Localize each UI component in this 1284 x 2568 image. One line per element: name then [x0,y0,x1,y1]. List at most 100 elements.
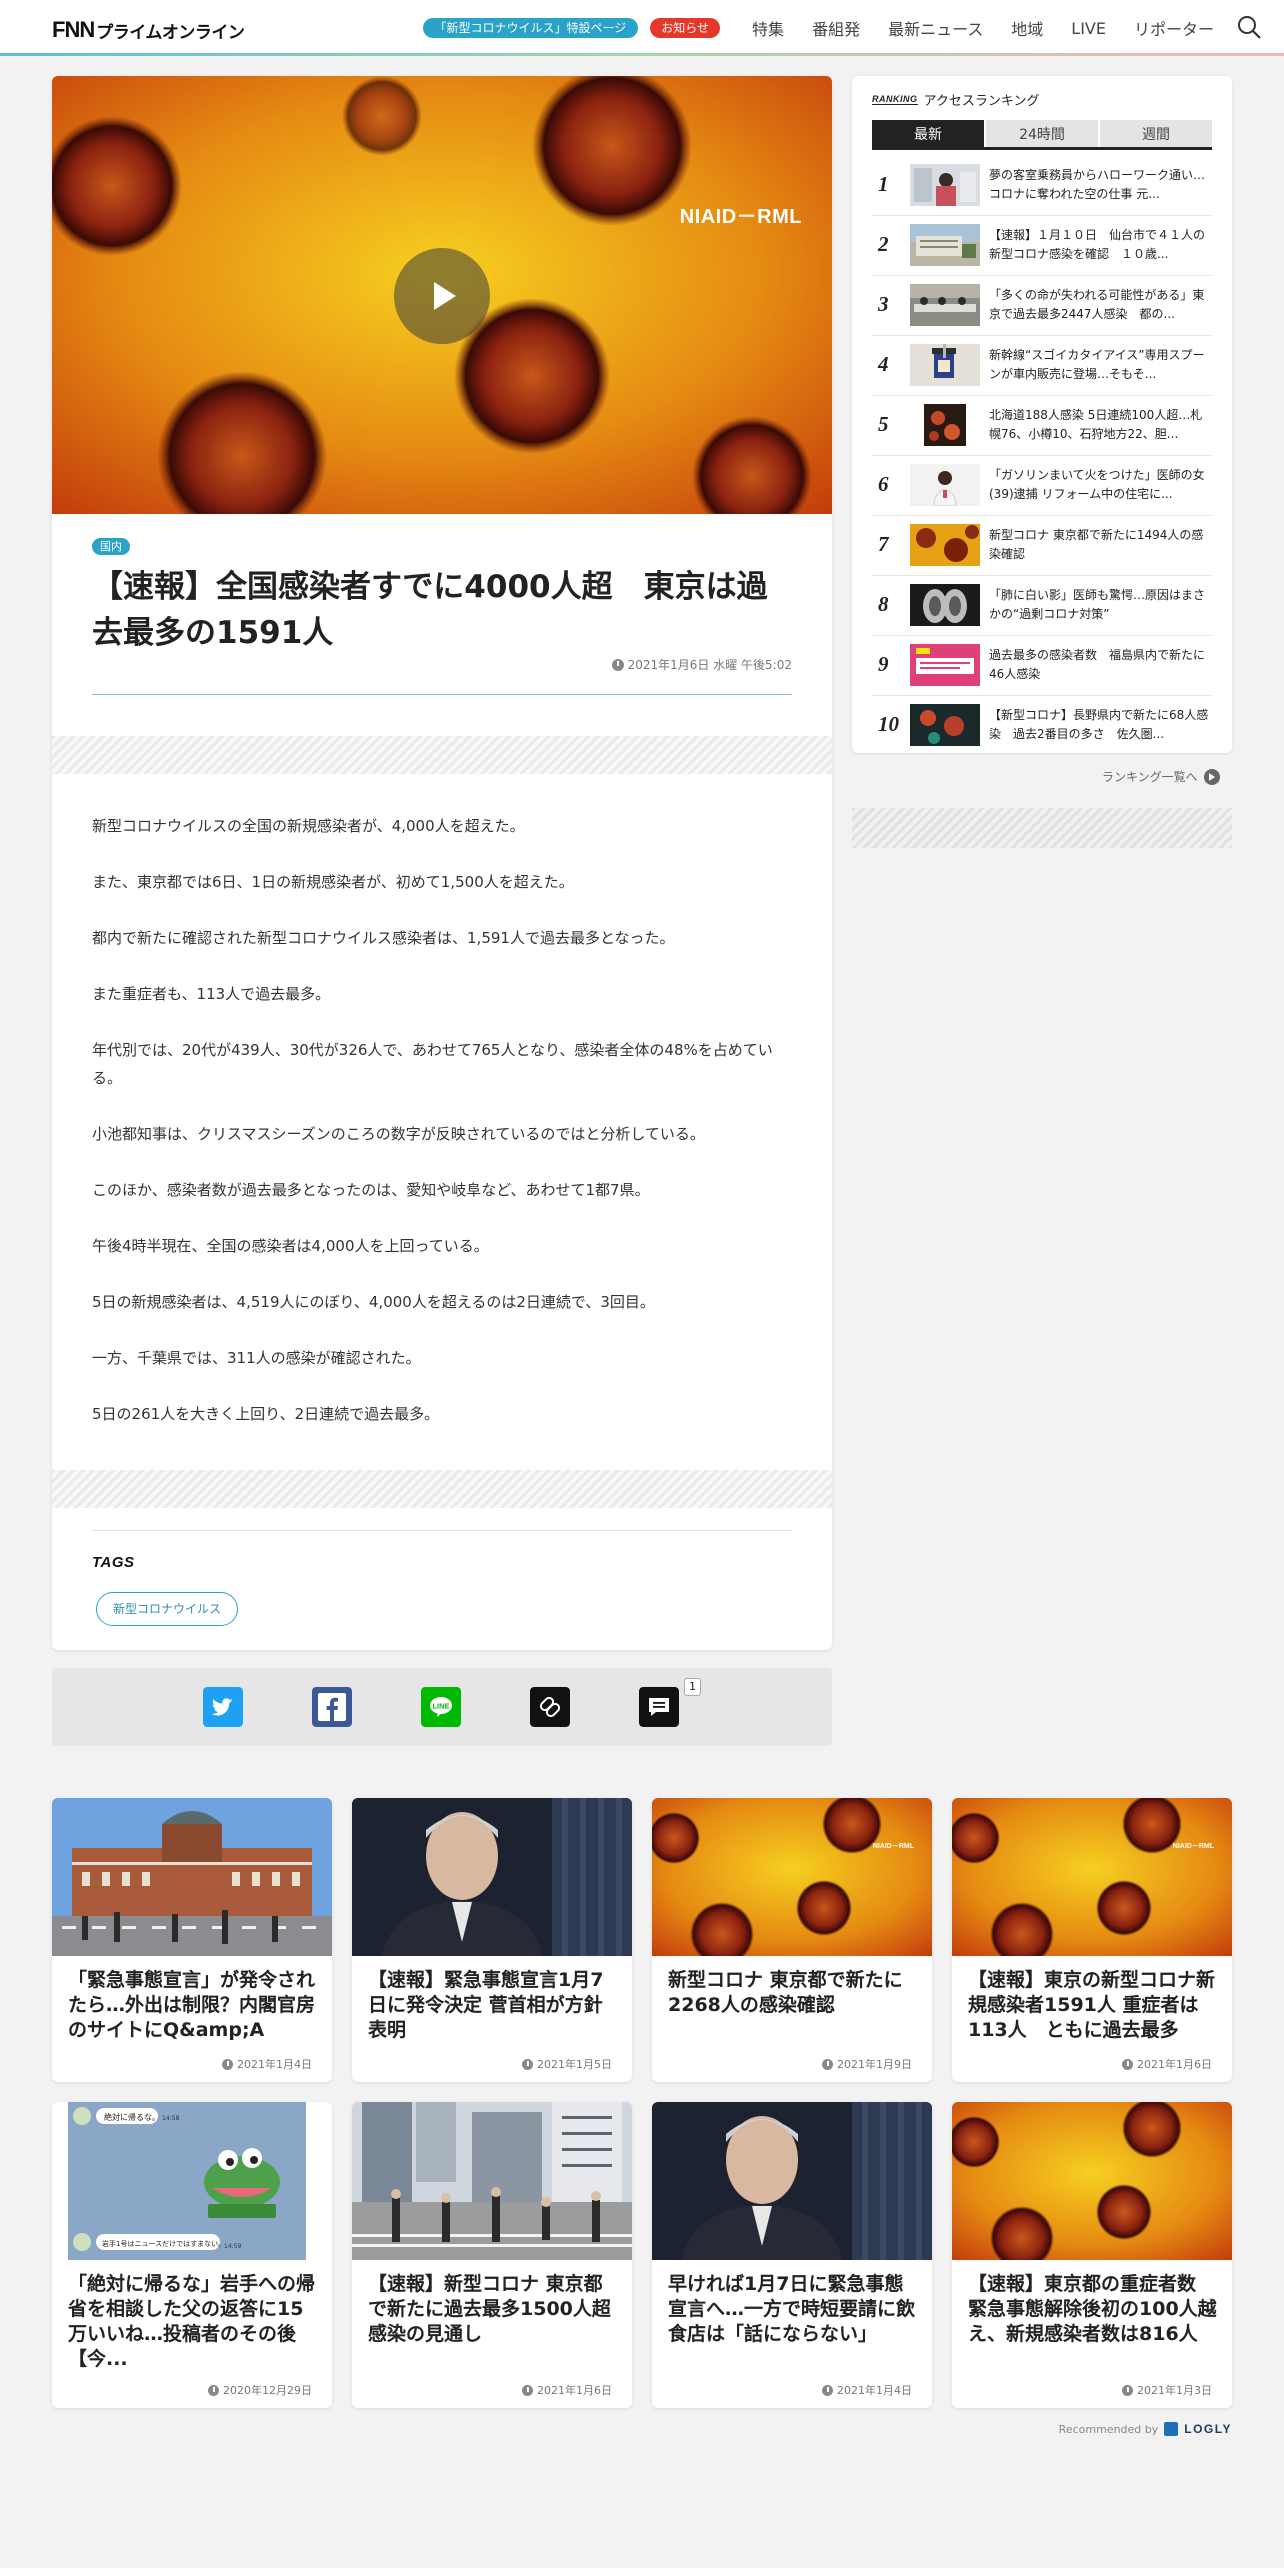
recommendation-card[interactable]: 【速報】緊急事態宣言1月7日に発令決定 菅首相が方針表明 2021年1月5日 [352,1798,632,2082]
hatch-divider [52,1470,832,1508]
recommendation-card[interactable]: NIAID－RML 新型コロナ 東京都で新たに2268人の感染確認 2021年1… [652,1798,932,2082]
rec-title: 【速報】東京都の重症者数 緊急事態解除後初の100人越え、新規感染者数は816人 [968,2273,1217,2345]
tab-weekly[interactable]: 週間 [1100,120,1212,147]
rec-title: 【速報】新型コロナ 東京都で新たに過去最多1500人超感染の見通し [368,2273,611,2345]
rank-number: 6 [878,472,889,496]
rank-thumbnail [910,704,980,746]
rank-headline: 【速報】１月１０日 仙台市で４１人の新型コロナ感染を確認 １０歳... [989,228,1206,261]
rec-thumbnail-suga [352,1798,632,1956]
copy-link-icon[interactable] [530,1687,570,1727]
tag-covid[interactable]: 新型コロナウイルス [96,1592,239,1626]
nav-item-reporter[interactable]: リポーター [1134,16,1214,40]
line-share-icon[interactable]: LINE [421,1687,461,1727]
nav-item-region[interactable]: 地域 [1011,16,1043,40]
rank-headline: 【新型コロナ】長野県内で新たに68人感染 過去2番目の多さ 佐久圏... [989,708,1209,741]
ranking-item[interactable]: 1 夢の客室乗務員からハローワーク通い…コロナに奪われた空の仕事 元... [872,156,1212,216]
rank-headline: 新型コロナ 東京都で新たに1494人の感染確認 [989,528,1204,561]
notice-pill[interactable]: お知らせ [650,18,721,38]
chat-time-1: 14:58 [162,2115,179,2122]
ranking-item[interactable]: 5 北海道188人感染 5日連続100人超…札幌76、小樽10、石狩地方22、胆… [872,396,1212,456]
rec-date-text: 2021年1月6日 [1137,2058,1212,2071]
rec-date: 2021年1月9日 [822,2056,912,2072]
ranking-label: RANKING [872,94,918,105]
rank-number: 3 [878,292,889,316]
twitter-share-icon[interactable] [203,1687,243,1727]
nav-item-latest[interactable]: 最新ニュース [888,16,983,40]
rec-date-text: 2021年1月6日 [537,2384,612,2397]
search-icon[interactable] [1236,14,1262,40]
rec-date-text: 2021年1月4日 [237,2058,312,2071]
divider [92,694,792,695]
rec-title: 【速報】東京の新型コロナ新規感染者1591人 重症者は113人 ともに過去最多 [968,1969,1216,2041]
tags-heading: TAGS [92,1554,135,1571]
rec-thumbnail-chat: 絶対に帰るな。 14:58 岩手1号はニュースだけではすまない。 14:59 [52,2102,332,2260]
article-video[interactable]: NIAID－RML [52,76,832,514]
tab-latest[interactable]: 最新 [872,120,984,147]
ranking-item[interactable]: 8 「肺に白い影」医師も驚愕…原因はまさかの“過剰コロナ対策” [872,576,1212,636]
rec-date-text: 2020年12月29日 [223,2384,312,2397]
svg-text:LINE: LINE [432,1702,449,1711]
nav-item-live[interactable]: LIVE [1071,19,1106,38]
nav-item-features[interactable]: 特集 [752,16,784,40]
recommended-by[interactable]: Recommended by LOGLY [1059,2422,1232,2436]
rank-thumbnail [910,584,980,626]
article-paragraph: 一方、千葉県では、311人の感染が確認された。 [92,1349,421,1367]
rank-thumbnail [910,524,980,566]
rank-number: 4 [878,352,889,376]
nav-item-programs[interactable]: 番組発 [812,16,860,40]
ranking-item[interactable]: 9 過去最多の感染者数 福島県内で新たに46人感染 [872,636,1212,696]
article-paragraph: 年代別では、20代が439人、30代が326人で、あわせて765人となり、感染者… [92,1041,773,1087]
ranking-item[interactable]: 4 新幹線“スゴイカタイアイス”専用スプーンが車内販売に登場…そもそ... [872,336,1212,396]
article-body: 新型コロナウイルスの全国の新規感染者が、4,000人を超えた。 また、東京都では… [92,812,792,1456]
article-date: 2021年1月6日 水曜 午後5:02 [611,656,792,673]
article-card: NIAID－RML 国内 【速報】全国感染者すでに4000人超 東京は過去最多の… [52,76,832,1650]
clock-icon [822,2058,833,2070]
ranking-item[interactable]: 2 【速報】１月１０日 仙台市で４１人の新型コロナ感染を確認 １０歳... [872,216,1212,276]
ranking-item[interactable]: 3 「多くの命が失われる可能性がある」東京で過去最多2447人感染 都の... [872,276,1212,336]
recommendation-card[interactable]: 絶対に帰るな。 14:58 岩手1号はニュースだけではすまない。 14:59 「… [52,2102,332,2408]
rec-date: 2020年12月29日 [208,2382,312,2398]
ranking-more-link[interactable]: ランキング一覧へ [1102,768,1220,785]
rec-date: 2021年1月6日 [522,2382,612,2398]
facebook-share-icon[interactable] [312,1687,352,1727]
rank-number: 7 [878,532,889,556]
rank-headline: 夢の客室乗務員からハローワーク通い…コロナに奪われた空の仕事 元... [989,168,1206,201]
rank-number: 2 [878,232,889,256]
site-logo[interactable]: FNN プライムオンライン [52,17,245,43]
special-page-pill[interactable]: 「新型コロナウイルス」特設ページ [422,18,639,38]
rank-thumbnail [910,284,980,326]
divider [92,1530,792,1531]
rank-headline: 過去最多の感染者数 福島県内で新たに46人感染 [989,648,1206,681]
recommendation-card[interactable]: NIAID－RML 【速報】東京の新型コロナ新規感染者1591人 重症者は113… [952,1798,1232,2082]
play-button[interactable] [394,248,490,344]
clock-icon [1122,2384,1133,2396]
recommendation-card[interactable]: 【速報】新型コロナ 東京都で新たに過去最多1500人超感染の見通し 2021年1… [352,2102,632,2408]
chat-message-2: 岩手1号はニュースだけではすまない。 [102,2239,225,2248]
ranking-item[interactable]: 10 【新型コロナ】長野県内で新たに68人感染 過去2番目の多さ 佐久圏... [872,696,1212,753]
ranking-item[interactable]: 7 新型コロナ 東京都で新たに1494人の感染確認 [872,516,1212,576]
comment-icon[interactable] [639,1687,679,1727]
category-badge[interactable]: 国内 [92,538,130,555]
rec-image-credit: NIAID－RML [1173,1843,1215,1850]
recommendation-card[interactable]: 【速報】東京都の重症者数 緊急事態解除後初の100人越え、新規感染者数は816人… [952,2102,1232,2408]
article-paragraph: 小池都知事は、クリスマスシーズンのころの数字が反映されているのではと分析している… [92,1125,705,1143]
rank-thumbnail [910,644,980,686]
rank-thumbnail [910,224,980,266]
clock-icon [222,2058,233,2070]
clock-icon [208,2384,219,2396]
article-title: 【速報】全国感染者すでに4000人超 東京は過去最多の1591人 [92,569,768,651]
recommendation-card[interactable]: 「緊急事態宣言」が発令されたら…外出は制限？内閣官房のサイトにQ&amp;A 2… [52,1798,332,2082]
rank-headline: 新幹線“スゴイカタイアイス”専用スプーンが車内販売に登場…そもそ... [989,348,1205,381]
rank-headline: 「ガソリンまいて火をつけた」医師の女(39)逮捕 リフォーム中の住宅に... [989,468,1205,501]
rec-date: 2021年1月3日 [1122,2382,1212,2398]
tab-24h[interactable]: 24時間 [986,120,1098,147]
rec-date: 2021年1月5日 [522,2056,612,2072]
rec-date: 2021年1月4日 [822,2382,912,2398]
rank-thumbnail [910,344,980,386]
ranking-item[interactable]: 6 「ガソリンまいて火をつけた」医師の女(39)逮捕 リフォーム中の住宅に... [872,456,1212,516]
recommendation-card[interactable]: 早ければ1月7日に緊急事態宣言へ…一方で時短要請に飲食店は「話にならない」 20… [652,2102,932,2408]
ranking-tabs: 最新 24時間 週間 [872,120,1212,150]
rec-image-credit: NIAID－RML [873,1843,915,1850]
image-credit: NIAID－RML [679,206,802,228]
article-paragraph: また、東京都では6日、1日の新規感染者が、初めて1,500人を超えた。 [92,873,574,891]
